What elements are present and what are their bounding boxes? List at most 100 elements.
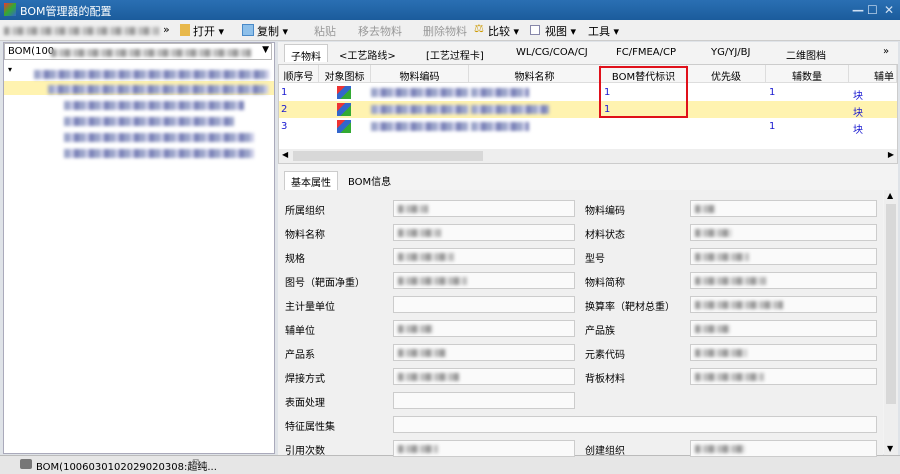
chevron-down-icon[interactable]: ▼ — [262, 45, 269, 55]
title-bar: BOM管理器的配置 — [0, 0, 900, 20]
tab-wl-cg-coa-cj[interactable]: WL/CG/COA/CJ — [510, 44, 594, 62]
field-value-blurred — [695, 373, 764, 381]
col-header[interactable]: 优先级 — [687, 65, 766, 83]
tools-button[interactable]: 工具 ▾ — [588, 23, 619, 39]
field-input[interactable] — [393, 392, 575, 409]
table-row[interactable]: 1 1 1 块 — [279, 84, 897, 102]
col-header[interactable]: 顺序号 — [279, 65, 319, 83]
bom-selector[interactable]: BOM(100 ▼ — [4, 43, 272, 60]
field-value-blurred — [695, 205, 715, 213]
col-header[interactable]: 辅数量 — [766, 65, 849, 83]
highlight-box — [599, 66, 688, 118]
open-button[interactable]: 打开 ▾ — [193, 23, 224, 39]
field-label: 创建组织 — [585, 446, 625, 457]
field-value-blurred — [398, 253, 454, 261]
editor-tab-bar: BOM(1006030102029020308:超纯... ⊠ — [0, 455, 900, 474]
scrollbar-thumb[interactable] — [886, 204, 896, 404]
field-input[interactable] — [393, 296, 575, 313]
field-label: 辅单位 — [285, 326, 315, 337]
aux-unit-cell: 块 — [853, 91, 863, 102]
field-value-blurred — [695, 229, 732, 237]
field-label: 图号（靶面净重） — [285, 278, 365, 289]
close-button[interactable]: ✕ — [884, 3, 894, 17]
tab-basic-properties[interactable]: 基本属性 — [284, 171, 338, 192]
more-tabs-icon[interactable]: » — [883, 46, 889, 57]
aux-qty-cell: 1 — [769, 121, 776, 132]
tree-item[interactable] — [64, 117, 234, 126]
view-button[interactable]: 视图 ▾ — [545, 23, 576, 39]
field-input[interactable] — [393, 416, 877, 433]
seq-cell: 2 — [281, 104, 288, 115]
field-label: 规格 — [285, 254, 305, 265]
field-value-blurred — [695, 349, 747, 357]
tree-item[interactable] — [64, 133, 254, 142]
field-label: 表面处理 — [285, 398, 325, 409]
field-value-blurred — [398, 229, 441, 237]
field-label: 引用次数 — [285, 446, 325, 457]
table-row[interactable]: 2 1 块 — [279, 101, 897, 119]
field-value-blurred — [695, 253, 749, 261]
maximize-button[interactable]: ☐ — [867, 3, 878, 17]
aux-qty-cell: 1 — [769, 87, 776, 98]
aux-unit-cell: 块 — [853, 108, 863, 119]
field-value-blurred — [695, 301, 783, 309]
col-header[interactable]: 对象图标 — [319, 65, 371, 83]
selector-dropdown-icon[interactable]: » — [163, 23, 170, 36]
horizontal-scrollbar[interactable]: ◀ ▶ — [279, 149, 897, 163]
bom-editor-tab[interactable]: BOM(1006030102029020308:超纯... — [36, 458, 217, 473]
scrollbar-thumb[interactable] — [293, 151, 483, 161]
scroll-left-icon[interactable]: ◀ — [282, 150, 288, 159]
scroll-down-icon[interactable]: ▼ — [887, 444, 893, 453]
object-icon — [337, 120, 351, 133]
aux-unit-cell: 块 — [853, 125, 863, 136]
copy-button[interactable]: 复制 ▾ — [257, 23, 288, 39]
material-code-cell — [371, 105, 469, 114]
col-header[interactable]: 物料编码 — [371, 65, 469, 83]
tab-process-card[interactable]: [工艺过程卡] — [420, 44, 490, 62]
compare-button[interactable]: 比较 ▾ — [488, 23, 519, 39]
col-header[interactable]: 物料名称 — [469, 65, 601, 83]
scroll-right-icon[interactable]: ▶ — [888, 150, 894, 159]
paste-button[interactable]: 粘贴 — [314, 23, 336, 39]
field-label: 材料状态 — [585, 230, 625, 241]
table-row[interactable]: 3 1 块 — [279, 118, 897, 136]
bom-tab-icon — [20, 459, 32, 469]
field-value-blurred — [398, 373, 459, 381]
col-header[interactable]: 辅单 — [849, 65, 897, 83]
field-value-blurred — [695, 445, 745, 453]
close-tab-icon[interactable]: ⊠ — [192, 458, 200, 468]
copy-icon — [242, 24, 254, 36]
object-icon — [337, 103, 351, 116]
bom-selector-value: BOM(100 — [8, 46, 55, 57]
tab-bom-info[interactable]: BOM信息 — [342, 173, 397, 188]
remove-material-button[interactable]: 移去物料 — [358, 23, 402, 39]
vertical-scrollbar[interactable]: ▲ ▼ — [884, 190, 898, 455]
tree-item[interactable] — [64, 149, 254, 158]
tab-routing[interactable]: <工艺路线> — [333, 44, 402, 62]
scroll-up-icon[interactable]: ▲ — [887, 191, 893, 200]
tab-child-material[interactable]: 子物料 — [284, 44, 328, 63]
field-label: 主计量单位 — [285, 302, 335, 313]
field-value-blurred — [398, 445, 438, 453]
tree-item[interactable] — [34, 70, 269, 79]
seq-cell: 3 — [281, 121, 288, 132]
material-name-cell — [471, 88, 529, 97]
field-value-blurred — [398, 325, 433, 333]
field-value-blurred — [695, 277, 766, 285]
tab-fc-fmea-cp[interactable]: FC/FMEA/CP — [610, 44, 682, 62]
tree-item[interactable] — [48, 85, 268, 94]
window-title: BOM管理器的配置 — [20, 5, 112, 18]
field-label: 物料编码 — [585, 206, 625, 217]
field-label: 产品系 — [285, 350, 315, 361]
tab-2d-drawing[interactable]: 二维图档 — [780, 44, 832, 62]
child-material-grid: 顺序号 对象图标 物料编码 物料名称 BOM替代标识 优先级 辅数量 辅单 1 … — [278, 64, 898, 164]
minimize-button[interactable]: — — [852, 3, 864, 17]
toolbar-selector[interactable] — [4, 27, 159, 35]
field-input[interactable] — [690, 200, 877, 217]
field-label: 焊接方式 — [285, 374, 325, 385]
delete-material-button[interactable]: 删除物料 — [423, 23, 467, 39]
tab-yg-yj-bj[interactable]: YG/YJ/BJ — [705, 44, 756, 62]
expand-icon[interactable]: ▾ — [8, 65, 12, 74]
tree-item[interactable] — [64, 101, 244, 110]
material-code-cell — [371, 122, 469, 131]
